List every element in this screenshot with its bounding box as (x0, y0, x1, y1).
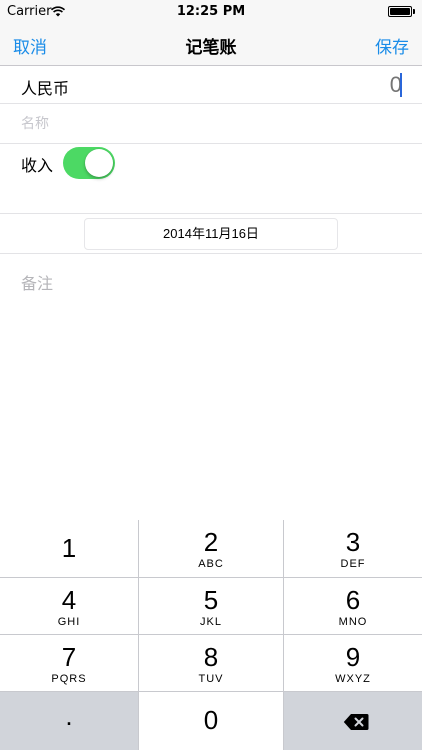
key-digit: 0 (203, 705, 219, 735)
amount-input[interactable] (282, 71, 402, 99)
key-0[interactable]: 0 (139, 692, 283, 750)
key-digit: 5 (203, 585, 219, 615)
key-digit: 2 (203, 527, 219, 557)
key-6[interactable]: 6 MNO (284, 578, 422, 634)
key-1[interactable]: 1 (0, 520, 138, 577)
key-2[interactable]: 2 ABC (139, 520, 283, 577)
name-input[interactable] (21, 113, 401, 135)
name-row (0, 104, 422, 144)
key-letters: PQRS (51, 673, 87, 685)
key-letters: JKL (200, 616, 222, 628)
key-letters: ABC (198, 558, 224, 570)
key-letters: WXYZ (335, 673, 371, 685)
key-digit: 4 (61, 585, 77, 615)
battery-icon (388, 6, 412, 17)
key-digit: 9 (345, 642, 361, 672)
notes-area (0, 254, 422, 520)
key-8[interactable]: 8 TUV (139, 635, 283, 691)
toggle-knob (85, 149, 113, 177)
key-digit: 3 (345, 527, 361, 557)
notes-textarea[interactable] (21, 270, 401, 510)
navigation-bar: 取消 记笔账 保存 (0, 24, 422, 66)
key-digit: 6 (345, 585, 361, 615)
status-bar: Carrier 12:25 PM (0, 0, 422, 24)
key-delete[interactable] (284, 692, 422, 750)
key-digit: . (65, 701, 73, 731)
key-digit: 1 (61, 533, 77, 563)
save-button[interactable]: 保存 (375, 33, 409, 58)
clock-label: 12:25 PM (176, 4, 246, 19)
key-decimal[interactable]: . (0, 692, 138, 750)
income-label: 收入 (21, 156, 54, 175)
page-title: 记笔账 (185, 38, 237, 58)
battery-nub (413, 9, 415, 14)
key-3[interactable]: 3 DEF (284, 520, 422, 577)
income-toggle[interactable] (63, 147, 115, 179)
date-picker-button[interactable]: 2014年11月16日 (84, 218, 338, 250)
key-4[interactable]: 4 GHI (0, 578, 138, 634)
text-caret (400, 73, 402, 97)
key-9[interactable]: 9 WXYZ (284, 635, 422, 691)
date-row: 2014年11月16日 (0, 214, 422, 254)
key-letters: GHI (57, 616, 81, 628)
cancel-button[interactable]: 取消 (13, 33, 47, 58)
key-letters: MNO (338, 616, 368, 628)
amount-row: 人民币 (0, 66, 422, 104)
key-letters: TUV (198, 673, 224, 685)
backspace-icon (343, 714, 369, 730)
key-digit: 7 (61, 642, 77, 672)
key-7[interactable]: 7 PQRS (0, 635, 138, 691)
income-row: 收入 (0, 144, 422, 214)
numeric-keypad: 1 2 ABC 3 DEF 4 GHI 5 JKL 6 MNO 7 PQRS 8 (0, 520, 422, 750)
key-letters: DEF (340, 558, 366, 570)
currency-label: 人民币 (21, 79, 70, 98)
app-screen: Carrier 12:25 PM 取消 记笔账 保存 人民币 收入 2014年1… (0, 0, 422, 750)
key-5[interactable]: 5 JKL (139, 578, 283, 634)
key-digit: 8 (203, 642, 219, 672)
